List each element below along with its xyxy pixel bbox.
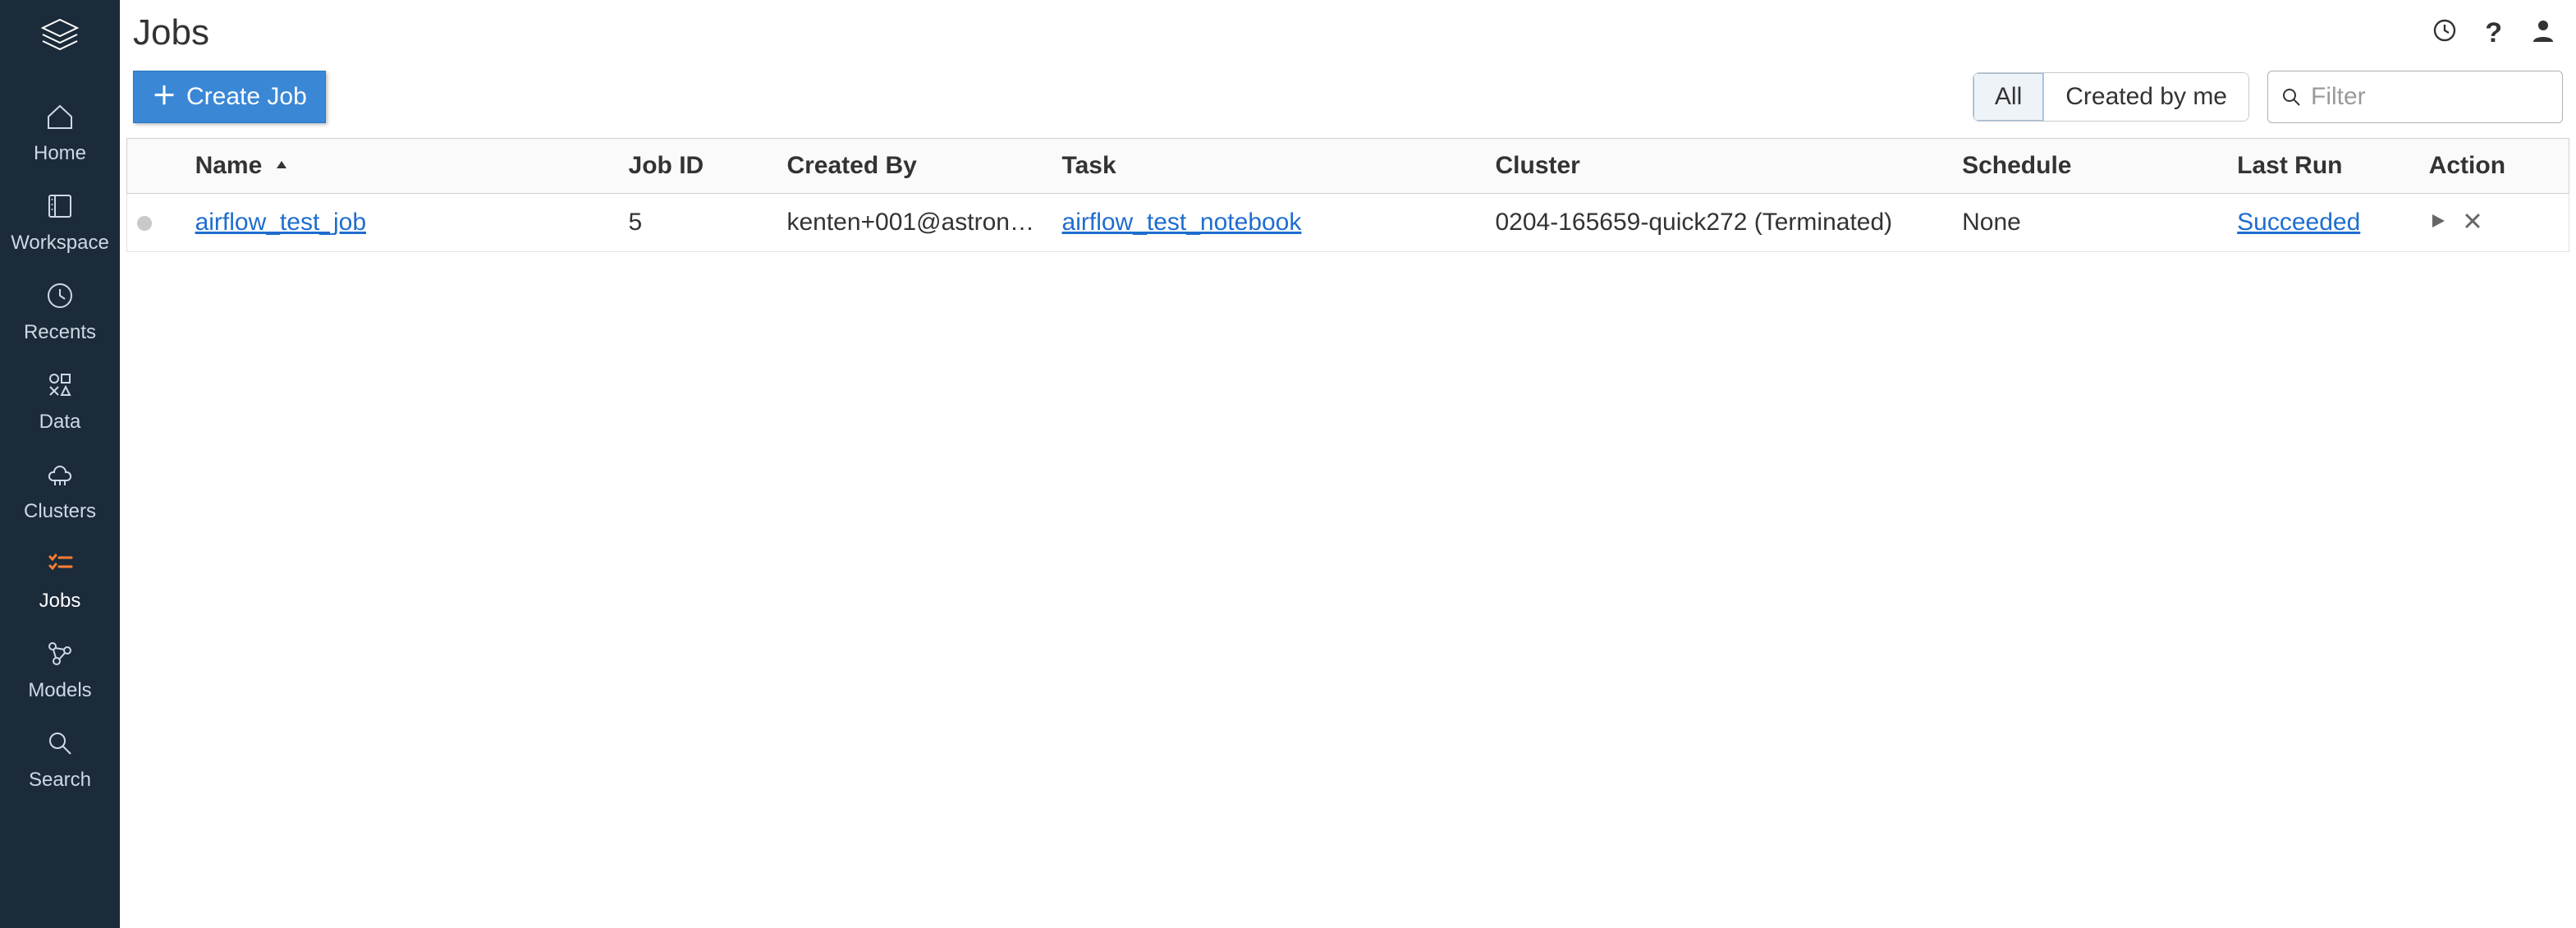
sidebar-item-label: Models — [0, 679, 120, 702]
column-header-name[interactable]: Name — [186, 139, 619, 194]
models-icon — [45, 639, 75, 668]
search-icon — [2281, 87, 2301, 107]
sidebar-item-models[interactable]: Models — [0, 627, 120, 717]
workspace-icon — [45, 191, 75, 221]
task-link[interactable]: airflow_test_notebook — [1062, 209, 1302, 236]
jobs-list-icon — [45, 549, 75, 579]
sidebar-item-label: Home — [0, 142, 120, 165]
sidebar-item-label: Recents — [0, 321, 120, 344]
sidebar-item-jobs[interactable]: Jobs — [0, 538, 120, 627]
cell-task: airflow_test_notebook — [1052, 194, 1486, 252]
owner-filter-group: All Created by me — [1973, 72, 2249, 122]
sidebar-item-label: Jobs — [0, 590, 120, 613]
cell-action — [2419, 194, 2569, 252]
history-icon[interactable] — [2432, 18, 2457, 48]
sidebar-item-label: Workspace — [0, 232, 120, 255]
table-row: airflow_test_job 5 kenten+001@astronome…… — [127, 194, 2569, 252]
cluster-icon — [45, 460, 75, 489]
column-header-status[interactable] — [127, 139, 186, 194]
column-header-action[interactable]: Action — [2419, 139, 2569, 194]
sidebar-item-workspace[interactable]: Workspace — [0, 180, 120, 269]
cell-created-by: kenten+001@astronome… — [777, 194, 1052, 252]
sidebar-item-home[interactable]: Home — [0, 90, 120, 180]
create-job-label: Create Job — [186, 83, 307, 111]
help-icon[interactable]: ? — [2485, 17, 2502, 49]
sidebar: Home Workspace Recents — [0, 0, 120, 928]
sidebar-item-label: Clusters — [0, 500, 120, 523]
column-header-last-run[interactable]: Last Run — [2227, 139, 2419, 194]
cell-cluster: 0204-165659-quick272 (Terminated) — [1486, 194, 1953, 252]
home-icon — [45, 102, 75, 131]
sort-asc-icon — [274, 152, 289, 180]
cell-status — [127, 194, 186, 252]
cell-name: airflow_test_job — [186, 194, 619, 252]
sidebar-item-recents[interactable]: Recents — [0, 269, 120, 359]
column-header-cluster[interactable]: Cluster — [1486, 139, 1953, 194]
column-header-schedule[interactable]: Schedule — [1952, 139, 2227, 194]
data-shapes-icon — [45, 370, 75, 400]
user-icon[interactable] — [2530, 17, 2556, 49]
run-now-button[interactable] — [2429, 209, 2447, 237]
sidebar-item-label: Data — [0, 411, 120, 434]
status-dot-icon — [137, 216, 152, 231]
delete-button[interactable] — [2464, 209, 2482, 237]
filter-created-by-me-button[interactable]: Created by me — [2043, 73, 2248, 121]
sidebar-item-clusters[interactable]: Clusters — [0, 448, 120, 538]
page-title: Jobs — [133, 12, 209, 53]
create-job-button[interactable]: ＋ Create Job — [133, 71, 326, 123]
filter-all-button[interactable]: All — [1973, 73, 2043, 121]
filter-input[interactable] — [2311, 83, 2549, 111]
databricks-logo-icon[interactable] — [39, 16, 80, 57]
sidebar-item-search[interactable]: Search — [0, 717, 120, 806]
cell-job-id: 5 — [619, 194, 777, 252]
sidebar-item-data[interactable]: Data — [0, 359, 120, 448]
jobs-table: Name Job ID Created By Task Cluster Sche… — [126, 138, 2569, 252]
column-header-job-id[interactable]: Job ID — [619, 139, 777, 194]
search-icon — [45, 728, 75, 758]
clock-icon — [45, 281, 75, 310]
column-header-task[interactable]: Task — [1052, 139, 1486, 194]
cell-schedule: None — [1952, 194, 2227, 252]
filter-input-wrapper[interactable] — [2267, 71, 2563, 123]
last-run-link[interactable]: Succeeded — [2237, 209, 2360, 236]
sidebar-item-label: Search — [0, 769, 120, 792]
column-header-created-by[interactable]: Created By — [777, 139, 1052, 194]
column-header-label: Name — [195, 152, 263, 179]
job-name-link[interactable]: airflow_test_job — [195, 209, 366, 236]
cell-last-run: Succeeded — [2227, 194, 2419, 252]
plus-icon: ＋ — [152, 85, 176, 109]
